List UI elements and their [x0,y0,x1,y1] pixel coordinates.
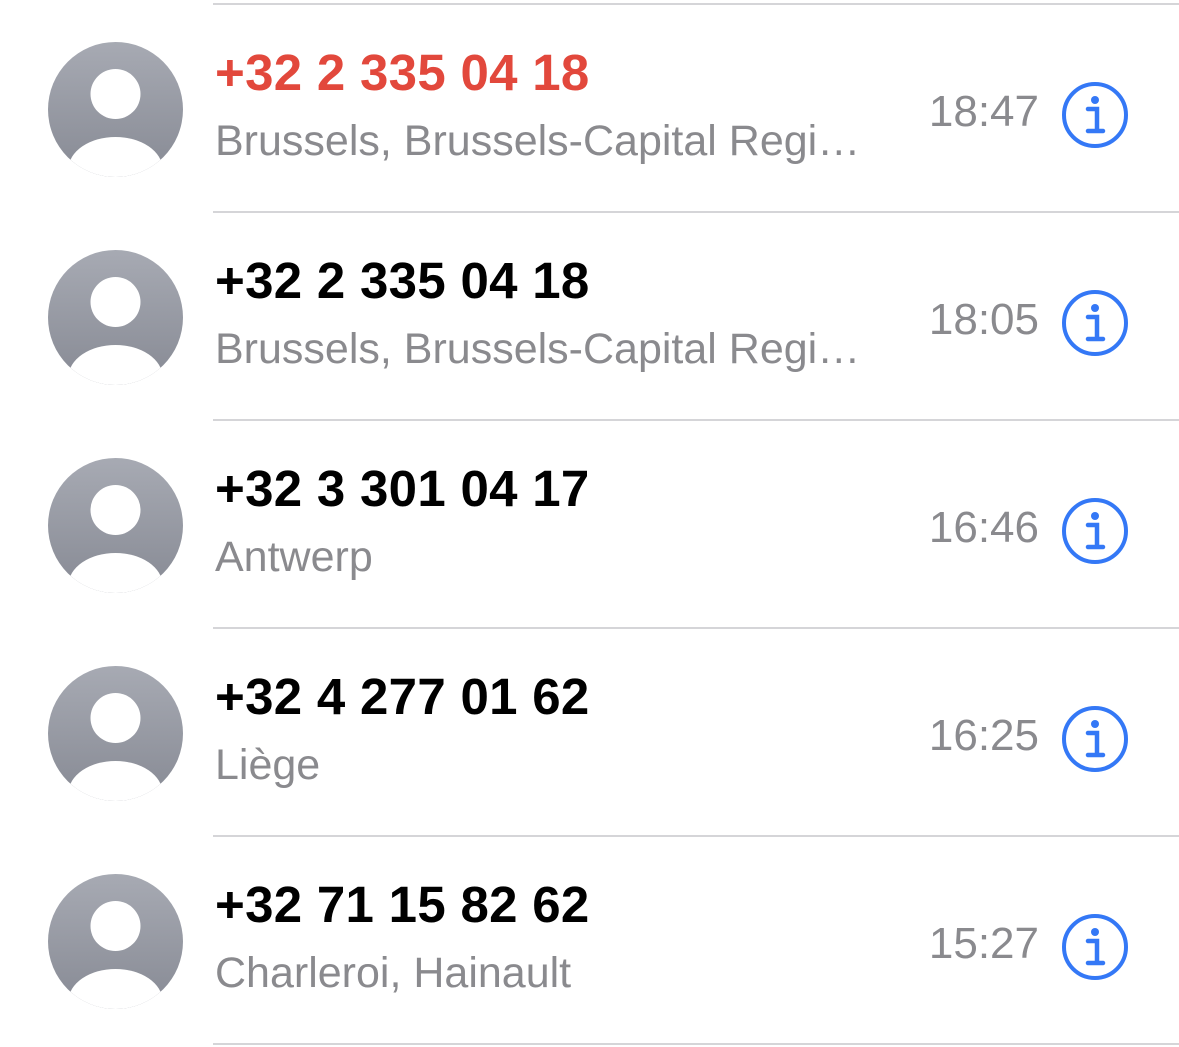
person-silhouette-icon [48,666,183,801]
caller-number: +32 4 277 01 62 [215,668,590,725]
recent-calls-list: +32 2 335 04 18 Brussels, Brussels-Capit… [0,0,1179,1047]
caller-number: +32 71 15 82 62 [215,876,590,933]
caller-location: Brussels, Brussels-Capital Regi… [215,117,861,165]
person-silhouette-icon [48,874,183,1009]
caller-location: Antwerp [215,533,373,581]
call-time: 15:27 [928,919,1039,968]
call-time: 16:25 [928,711,1039,760]
person-silhouette-icon [48,458,183,593]
call-time: 18:05 [928,295,1039,344]
call-row[interactable]: +32 2 335 04 18 Brussels, Brussels-Capit… [0,5,1179,213]
info-icon[interactable] [1060,288,1130,358]
call-row[interactable]: +32 4 277 01 62 Liège 16:25 [0,629,1179,837]
call-time: 18:47 [928,87,1039,136]
call-row[interactable]: +32 2 335 04 18 Brussels, Brussels-Capit… [0,213,1179,421]
person-silhouette-icon [48,250,183,385]
info-icon[interactable] [1060,496,1130,566]
call-row[interactable]: +32 3 301 04 17 Antwerp 16:46 [0,421,1179,629]
caller-location: Charleroi, Hainault [215,949,572,997]
info-icon[interactable] [1060,80,1130,150]
call-row[interactable]: +32 71 15 82 62 Charleroi, Hainault 15:2… [0,837,1179,1045]
caller-location: Brussels, Brussels-Capital Regi… [215,325,861,373]
info-icon[interactable] [1060,912,1130,982]
divider [213,1043,1179,1045]
person-silhouette-icon [48,42,183,177]
caller-number: +32 2 335 04 18 [215,252,590,309]
caller-number: +32 2 335 04 18 [215,44,590,101]
info-icon[interactable] [1060,704,1130,774]
caller-number: +32 3 301 04 17 [215,460,590,517]
call-time: 16:46 [928,503,1039,552]
caller-location: Liège [215,741,321,789]
